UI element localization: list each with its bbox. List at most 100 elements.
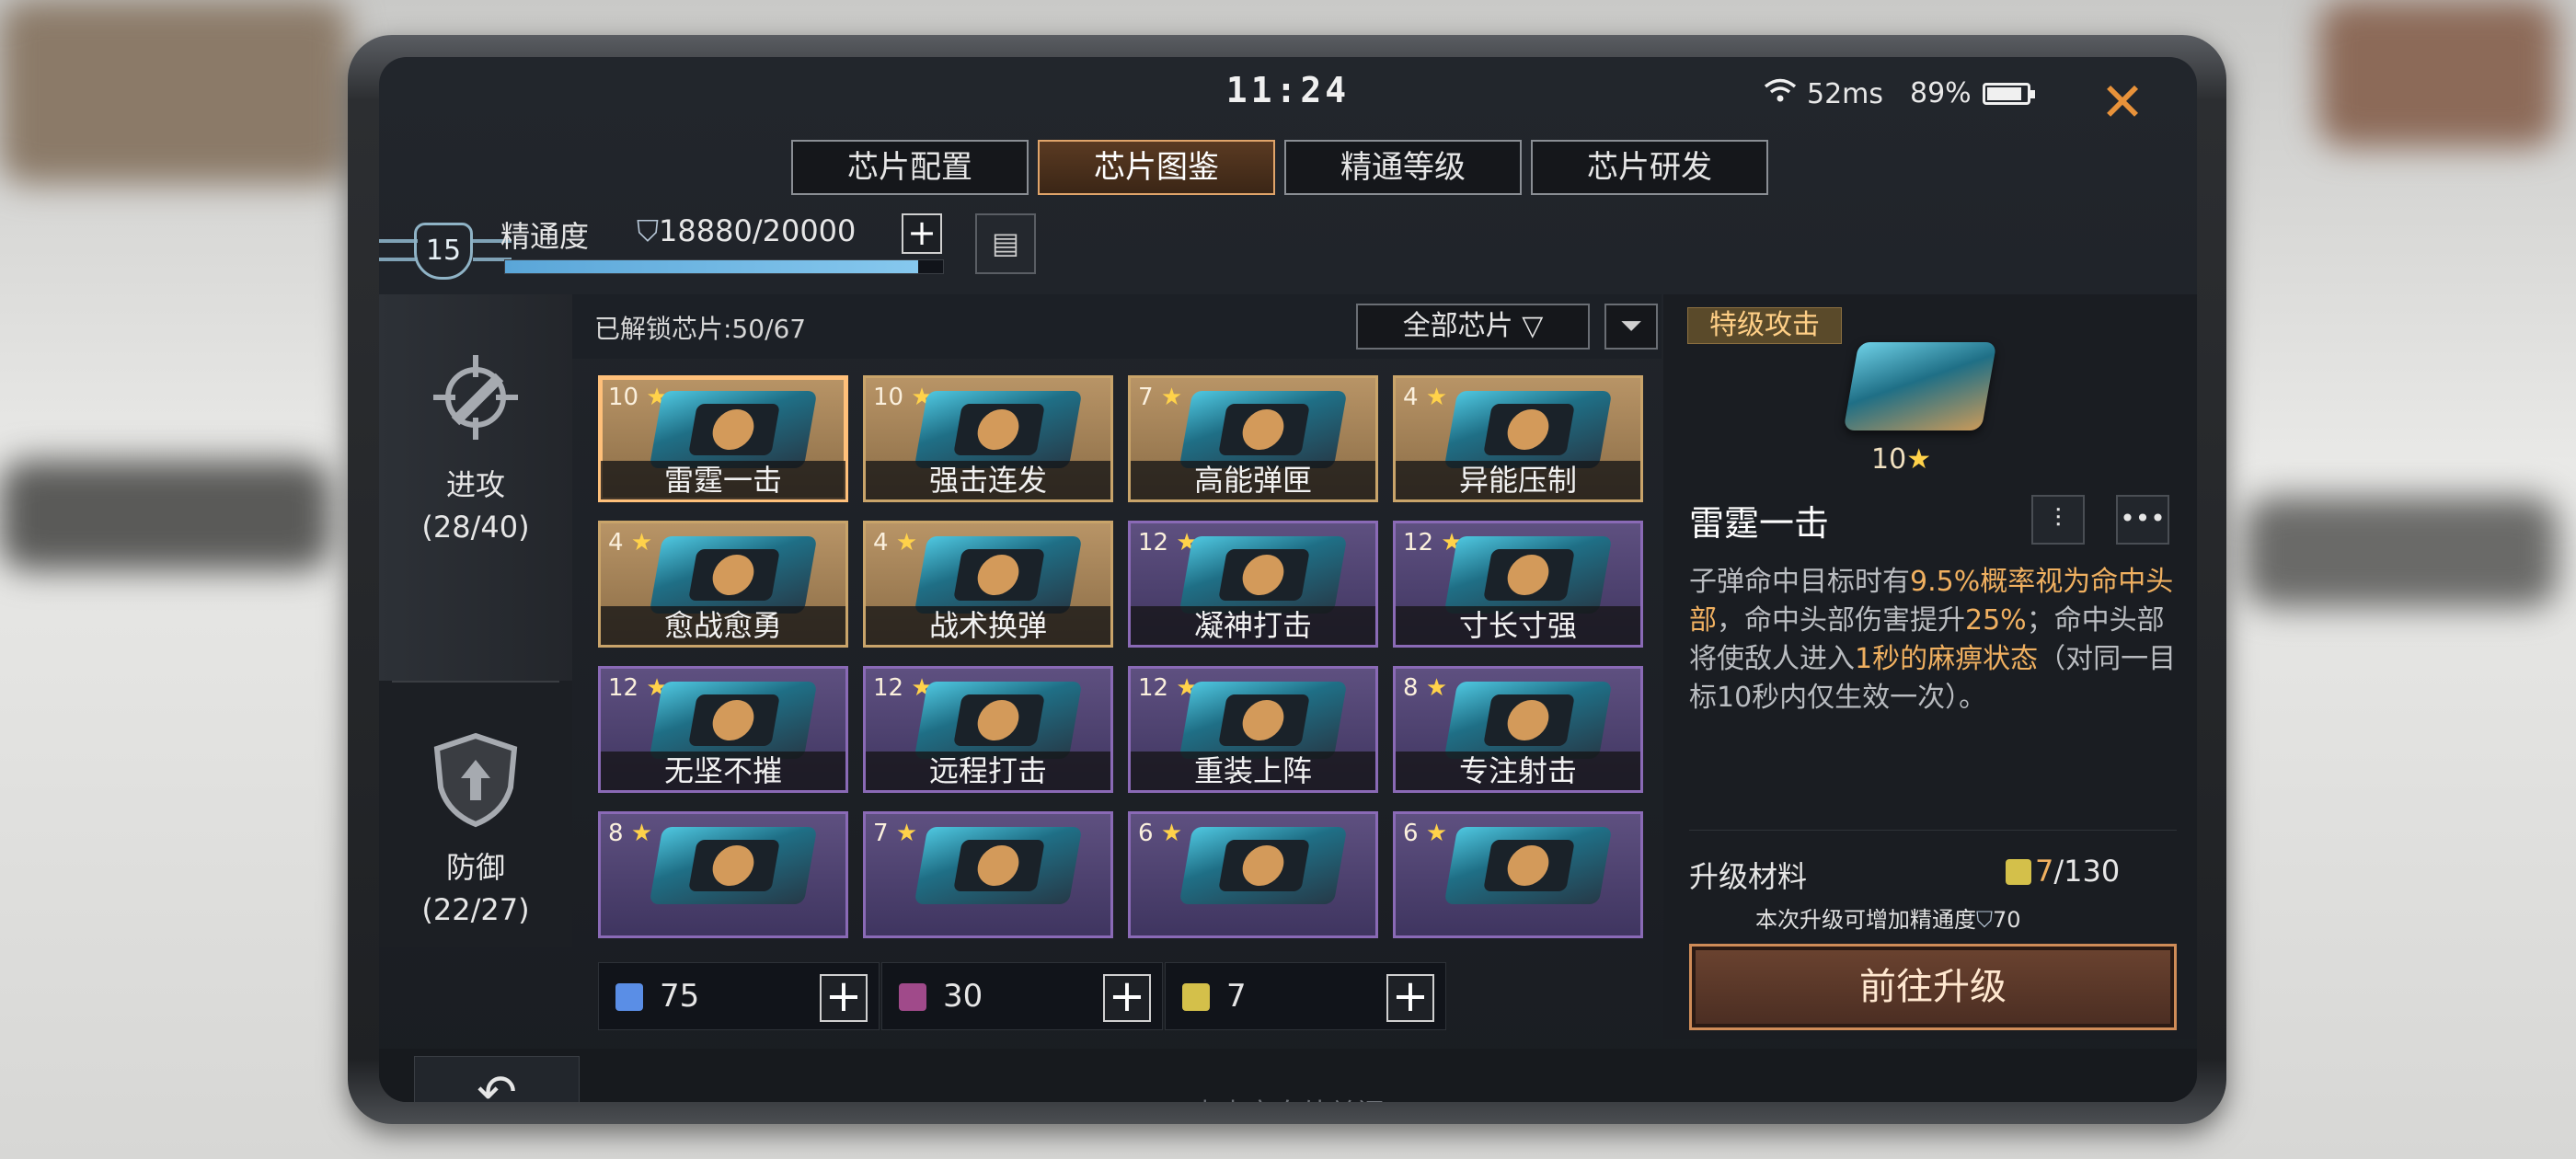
chip-card[interactable]: 8 ★ (598, 811, 848, 938)
chip-image-inner (1218, 840, 1310, 891)
chip-image (649, 827, 818, 904)
add-resource-button[interactable]: + (820, 974, 868, 1022)
resource-value: 30 (943, 978, 983, 1015)
tab-chip-research[interactable]: 芯片研发 (1531, 140, 1768, 195)
upgrade-hint-text: 本次升级可增加精通度 (1755, 907, 1976, 933)
game-screen[interactable]: 11:24 52ms 89% ✕ 芯片配置 芯片图鉴 精通等级 芯片研发 15 … (379, 57, 2197, 1102)
shield-small-icon: ⛉ (637, 213, 660, 248)
chip-image (649, 682, 818, 759)
chip-image-inner (1218, 694, 1310, 746)
tab-chip-catalog[interactable]: 芯片图鉴 (1038, 140, 1275, 195)
close-hint[interactable]: 点击空白处关闭 (379, 1091, 2197, 1102)
chip-card[interactable]: 6 ★ (1393, 811, 1643, 938)
background-blur (2318, 0, 2558, 147)
chip-card[interactable]: 8 ★ 专注射击 (1393, 666, 1643, 793)
sidebar-item-defense[interactable]: 防御 (22/27) (379, 699, 572, 947)
star-icon: ★ (895, 820, 918, 847)
chip-level-text: 12 (608, 674, 639, 702)
chip-card[interactable]: 10 ★ 雷霆一击 (598, 375, 848, 502)
chip-emblem-icon (709, 700, 757, 740)
chip-level-text: 7 (1138, 384, 1154, 411)
battery-status: 89% (1910, 77, 2035, 109)
chip-level: 4 ★ (1403, 384, 1447, 411)
chip-image-inner (1218, 549, 1310, 601)
chip-image-inner (688, 549, 780, 601)
battery-icon (1982, 82, 2035, 105)
resource-gold: 7 + (1165, 962, 1446, 1030)
add-resource-button[interactable]: + (1103, 974, 1151, 1022)
sidebar-divider (392, 681, 559, 683)
crosshair-icon (379, 350, 572, 451)
sidebar-item-count: (28/40) (421, 510, 530, 545)
chip-card[interactable]: 12 ★ 凝神打击 (1128, 521, 1378, 648)
chip-grid: 10 ★ 雷霆一击 10 ★ 强击连发 7 ★ 高能弹匣 4 ★ 异能压制 4 ★ 愈战愈勇 4 ★… (598, 375, 1647, 946)
hierarchy-icon[interactable]: ⫶ (2031, 495, 2085, 545)
chip-card[interactable]: 6 ★ (1128, 811, 1378, 938)
chip-filter-dropdown[interactable]: 全部芯片 ▽ (1356, 304, 1590, 350)
tab-mastery-level[interactable]: 精通等级 (1284, 140, 1522, 195)
battery-fill (1986, 86, 2021, 100)
chip-image (1443, 391, 1613, 468)
chip-name: 高能弹匣 (1131, 461, 1375, 499)
chip-card[interactable]: 12 ★ 远程打击 (863, 666, 1113, 793)
filter-icon[interactable]: ⏷ (1604, 304, 1658, 350)
chip-emblem-icon (974, 409, 1022, 450)
star-icon: ★ (895, 529, 918, 557)
chip-level-text: 6 (1138, 820, 1154, 847)
mastery-value-text: 18880/20000 (659, 213, 857, 248)
chip-image-inner (1483, 840, 1575, 891)
background-blur (2245, 497, 2558, 607)
chip-level: 6 ★ (1138, 820, 1182, 847)
more-icon[interactable]: ••• (2116, 495, 2169, 545)
chip-image (1443, 682, 1613, 759)
description-text: 子弹命中目标时有 (1689, 566, 1910, 598)
close-icon[interactable]: ✕ (2090, 70, 2155, 134)
chip-image (1443, 536, 1613, 614)
chip-image-inner (688, 404, 780, 455)
chip-card[interactable]: 10 ★ 强击连发 (863, 375, 1113, 502)
id-card-icon[interactable]: ▤ (975, 213, 1036, 274)
chip-card[interactable]: 12 ★ 重装上阵 (1128, 666, 1378, 793)
star-icon: ★ (630, 529, 653, 557)
chip-level: 4 ★ (608, 529, 652, 557)
chip-card[interactable]: 7 ★ 高能弹匣 (1128, 375, 1378, 502)
mastery-level-badge: 15 (414, 223, 473, 280)
chip-name: 战术换弹 (866, 606, 1110, 645)
chip-card[interactable]: 4 ★ 愈战愈勇 (598, 521, 848, 648)
chip-card[interactable]: 4 ★ 战术换弹 (863, 521, 1113, 648)
chip-emblem-icon (1239, 409, 1287, 450)
chip-level-text: 8 (1403, 674, 1419, 702)
chip-card[interactable]: 7 ★ (863, 811, 1113, 938)
add-resource-button[interactable]: + (1386, 974, 1434, 1022)
chip-level: 4 ★ (873, 529, 917, 557)
chip-emblem-icon (1504, 845, 1552, 886)
material-value: 7/130 (2035, 854, 2120, 889)
chip-level: 8 ★ (608, 820, 652, 847)
go-upgrade-button[interactable]: 前往升级 (1689, 944, 2177, 1030)
star-icon: ★ (1160, 820, 1183, 847)
ping-value: 52ms (1807, 77, 1884, 110)
chip-image (914, 391, 1083, 468)
chip-card[interactable]: 12 ★ 无坚不摧 (598, 666, 848, 793)
chip-image-inner (1483, 404, 1575, 455)
chip-level-text: 6 (1403, 820, 1419, 847)
chip-level-text: 7 (873, 820, 889, 847)
chip-material-icon (615, 983, 643, 1011)
chip-emblem-icon (709, 555, 757, 595)
chip-name: 远程打击 (866, 752, 1110, 790)
chip-image-inner (1483, 694, 1575, 746)
selected-chip-level: 10★ (1871, 443, 1931, 476)
chip-card[interactable]: 12 ★ 寸长寸强 (1393, 521, 1643, 648)
chip-material-icon (899, 983, 926, 1011)
add-mastery-button[interactable]: + (902, 213, 942, 254)
sidebar-item-attack[interactable]: 进攻 (28/40) (379, 294, 572, 681)
chip-level-text: 12 (1403, 529, 1434, 557)
resource-value: 75 (660, 978, 700, 1015)
chip-level: 12 ★ (873, 674, 933, 702)
chip-level: 12 ★ (1403, 529, 1463, 557)
chip-card[interactable]: 4 ★ 异能压制 (1393, 375, 1643, 502)
mastery-progress-fill (505, 260, 919, 273)
resource-value: 7 (1226, 978, 1247, 1015)
tab-chip-config[interactable]: 芯片配置 (791, 140, 1029, 195)
chip-level-text: 4 (873, 529, 889, 557)
